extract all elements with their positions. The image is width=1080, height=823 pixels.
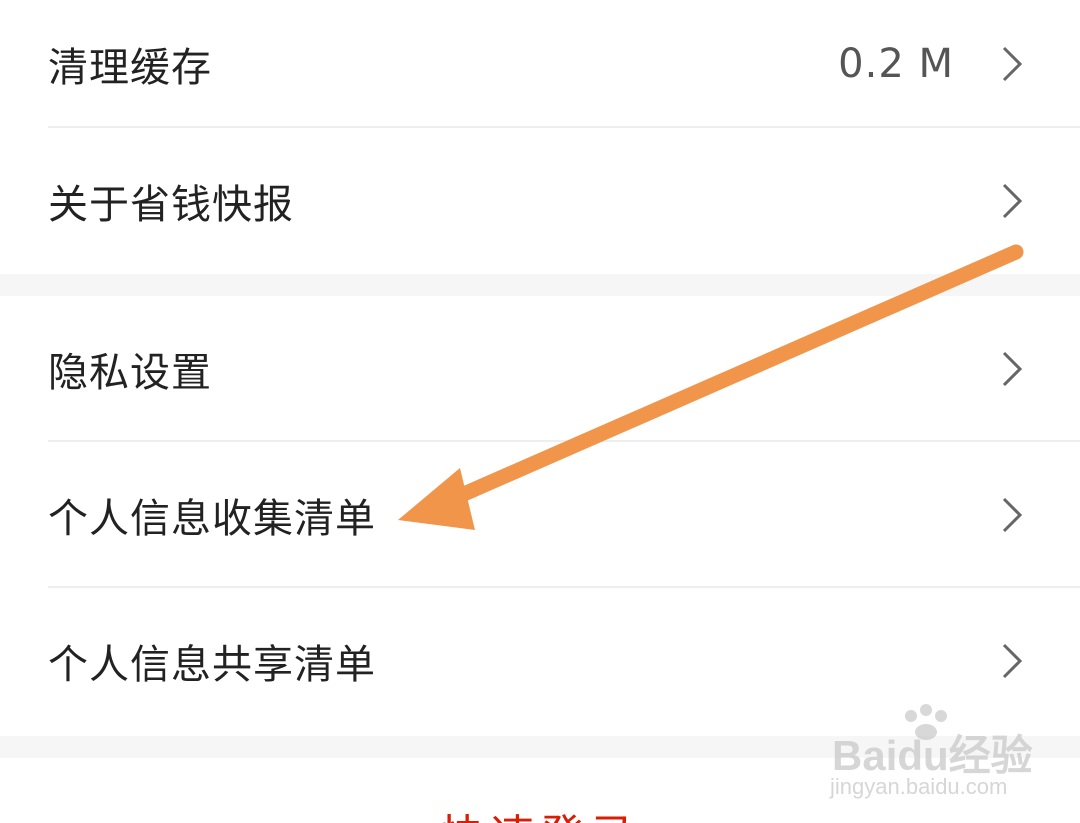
personal-info-sharing-label: 个人信息共享清单 [48,642,376,688]
chevron-right-icon [982,631,1042,691]
chevron-right-icon [982,339,1042,399]
cache-size-value: 0.2 M [838,41,954,87]
chevron-right-icon [982,171,1042,231]
personal-info-collection-label: 个人信息收集清单 [48,496,376,542]
baidu-watermark: Baidu经验 jingyan.baidu.com [826,702,1076,812]
about-label: 关于省钱快报 [48,182,294,228]
clear-cache-row[interactable]: 清理缓存 0.2 M [0,0,1080,128]
settings-page: 清理缓存 0.2 M 关于省钱快报 隐私设置 个人信息收集清单 个人信息共享清单… [0,0,1080,823]
personal-info-collection-row[interactable]: 个人信息收集清单 [0,442,1080,588]
settings-group-privacy: 隐私设置 个人信息收集清单 个人信息共享清单 [0,296,1080,736]
settings-group-storage-about: 清理缓存 0.2 M 关于省钱快报 [0,0,1080,274]
privacy-settings-label: 隐私设置 [48,350,212,396]
chevron-right-icon [982,485,1042,545]
about-row[interactable]: 关于省钱快报 [0,128,1080,274]
clear-cache-label: 清理缓存 [48,45,212,91]
chevron-right-icon [982,34,1042,94]
watermark-url: jingyan.baidu.com [830,774,1008,799]
privacy-settings-row[interactable]: 隐私设置 [0,296,1080,442]
